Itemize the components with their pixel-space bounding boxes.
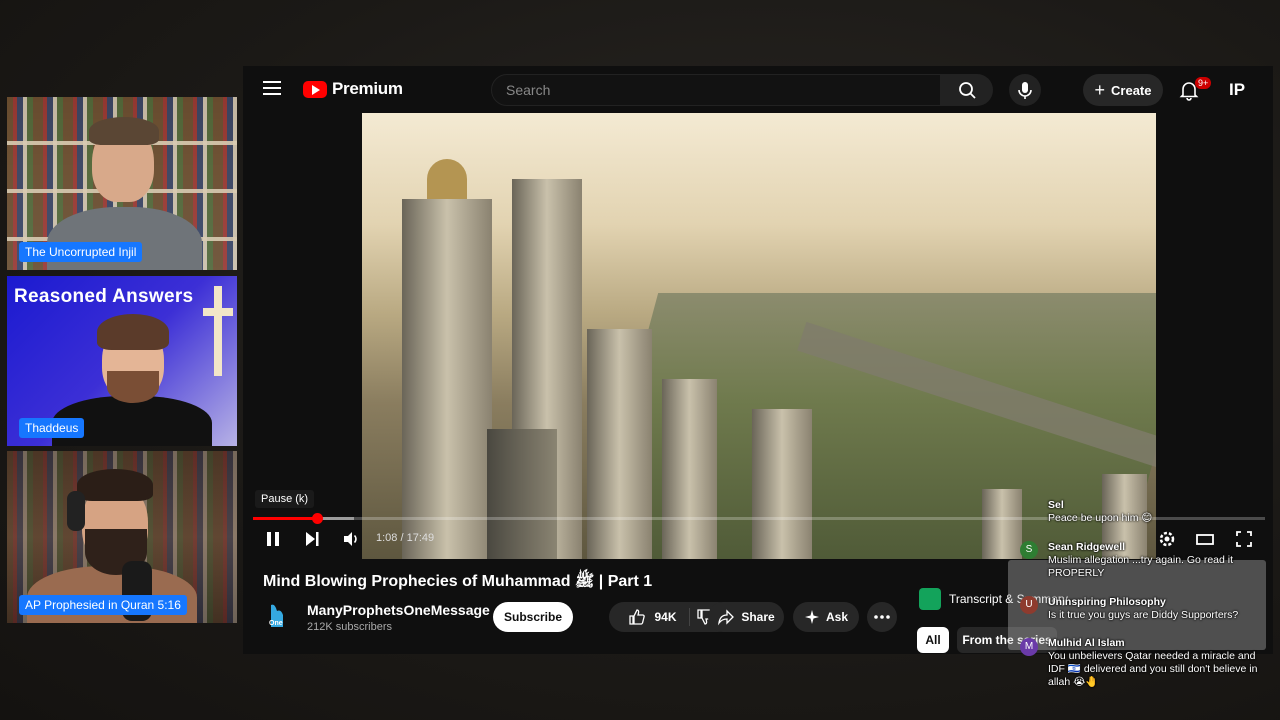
subscribe-button[interactable]: Subscribe bbox=[493, 602, 573, 632]
volume-button[interactable] bbox=[341, 529, 361, 549]
chat-avatar: S bbox=[1020, 541, 1038, 559]
next-button[interactable] bbox=[302, 529, 322, 549]
share-icon bbox=[718, 609, 735, 626]
pause-tooltip: Pause (k) bbox=[255, 490, 315, 508]
thumbs-up-icon bbox=[629, 609, 646, 625]
skyscraper bbox=[662, 379, 717, 559]
search-icon bbox=[959, 82, 976, 99]
webcam-thaddeus: Reasoned Answers Thaddeus bbox=[7, 276, 237, 446]
pause-icon bbox=[267, 532, 279, 546]
webcam-ap: AP Prophesied in Quran 5:16 bbox=[7, 451, 237, 623]
voice-search-button[interactable] bbox=[1009, 74, 1041, 106]
volume-icon bbox=[344, 532, 357, 546]
name-tag: The Uncorrupted Injil bbox=[19, 242, 143, 262]
chat-avatar: U bbox=[1020, 596, 1038, 614]
next-icon bbox=[306, 532, 319, 546]
create-button[interactable]: + Create bbox=[1083, 74, 1163, 106]
search-input[interactable] bbox=[492, 75, 940, 105]
youtube-logo[interactable]: Premium bbox=[303, 79, 403, 99]
video-player[interactable] bbox=[362, 113, 1156, 559]
webcam-uncorrupted-injil: The Uncorrupted Injil bbox=[7, 97, 237, 270]
video-title: Mind Blowing Prophecies of Muhammad ﷺ | … bbox=[263, 573, 653, 590]
ask-button[interactable]: Ask bbox=[793, 602, 859, 632]
skyscraper bbox=[402, 159, 492, 559]
skyscraper bbox=[587, 329, 652, 559]
chat-message: Mulhid Al Islam You unbelievers Qatar ne… bbox=[1048, 637, 1258, 688]
played-bar bbox=[253, 517, 317, 520]
youtube-play-icon bbox=[303, 80, 327, 98]
more-actions-button[interactable] bbox=[867, 602, 897, 632]
cross-icon bbox=[203, 286, 233, 376]
chat-message: Uninspiring Philosophy Is it true you gu… bbox=[1048, 596, 1239, 621]
channel-avatar[interactable]: One bbox=[265, 601, 291, 633]
chat-message: Sean Ridgewell Muslim allegation ...try … bbox=[1048, 541, 1234, 579]
sparkle-icon bbox=[804, 610, 819, 624]
scrubber-handle[interactable] bbox=[311, 513, 323, 524]
search-button[interactable] bbox=[941, 74, 993, 106]
skyscraper bbox=[487, 429, 557, 559]
channel-name[interactable]: ManyProphetsOneMessage bbox=[307, 602, 490, 618]
chat-message: Sel Peace be upon him 😊 bbox=[1048, 499, 1153, 524]
account-avatar[interactable]: IP bbox=[1225, 78, 1249, 102]
name-tag: Thaddeus bbox=[19, 418, 85, 438]
plus-icon: + bbox=[1094, 80, 1106, 100]
skyscraper bbox=[752, 409, 812, 559]
skyscraper bbox=[982, 489, 1022, 559]
like-button[interactable]: 94K bbox=[628, 608, 690, 626]
search-box bbox=[491, 74, 941, 106]
name-tag: AP Prophesied in Quran 5:16 bbox=[19, 595, 187, 615]
headset-icon bbox=[67, 491, 85, 531]
show-title: Reasoned Answers bbox=[14, 286, 194, 307]
channel-avatar-text: One bbox=[269, 620, 283, 627]
top-bar: Premium + Create 9+ IP bbox=[243, 66, 1273, 112]
more-horizontal-icon bbox=[874, 615, 890, 619]
share-button[interactable]: Share bbox=[708, 602, 784, 632]
subscriber-count: 212K subscribers bbox=[307, 621, 392, 633]
microphone-icon bbox=[1018, 82, 1032, 99]
time-display: 1:08 / 17:49 bbox=[376, 532, 435, 544]
filter-chip-all[interactable]: All bbox=[917, 627, 949, 653]
pause-button[interactable] bbox=[263, 529, 283, 549]
chat-avatar: M bbox=[1020, 638, 1038, 656]
notification-badge: 9+ bbox=[1195, 77, 1212, 89]
menu-icon[interactable] bbox=[263, 81, 281, 95]
transcript-app-icon bbox=[919, 588, 941, 610]
